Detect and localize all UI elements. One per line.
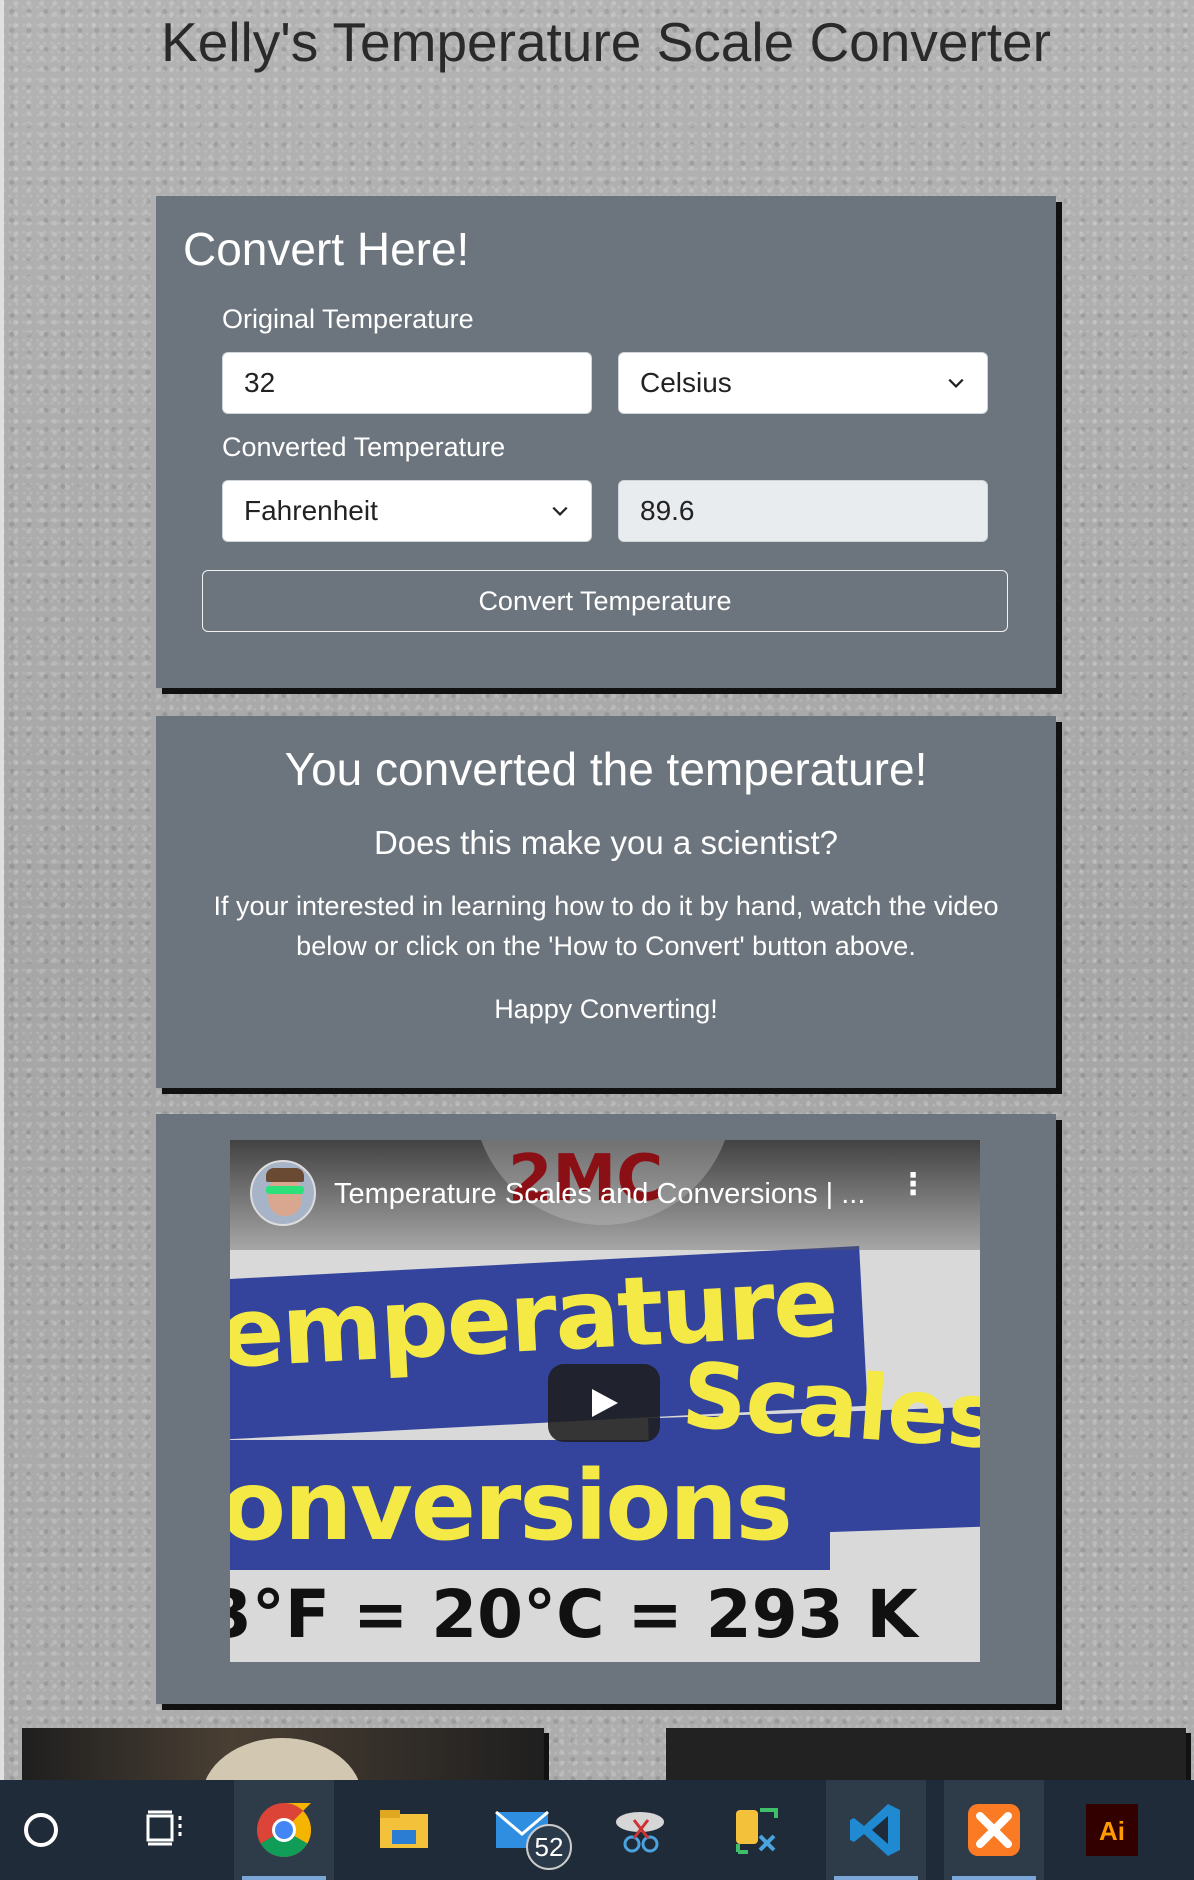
chevron-down-icon (948, 378, 964, 388)
original-unit-select[interactable]: Celsius (618, 352, 988, 414)
result-closing-text: Happy Converting! (494, 994, 718, 1024)
video-card: emperature Scales onversions 3°F = 20°C … (156, 1114, 1056, 1704)
taskbar-toolbox[interactable] (706, 1780, 806, 1880)
xampp-icon (968, 1804, 1020, 1856)
convert-temperature-button[interactable]: Convert Temperature (202, 570, 1008, 632)
taskbar: Ai (0, 1780, 1194, 1880)
result-heading: You converted the temperature! (284, 743, 928, 795)
taskbar-cortana[interactable] (0, 1780, 100, 1880)
youtube-video-player[interactable]: emperature Scales onversions 3°F = 20°C … (230, 1140, 980, 1662)
thumbnail-text: 3°F = 20°C = 293 K (230, 1576, 918, 1653)
converter-heading: Convert Here! (183, 223, 470, 275)
cortana-icon (24, 1813, 58, 1847)
original-temperature-input[interactable]: 32 (222, 352, 592, 414)
taskbar-chrome[interactable] (234, 1780, 334, 1880)
original-temperature-label: Original Temperature (222, 304, 474, 334)
avatar-glasses (266, 1186, 304, 1194)
illustrator-label: Ai (1099, 1816, 1125, 1846)
converted-unit-value: Fahrenheit (244, 495, 378, 526)
result-message-card: You converted the temperature! Does this… (156, 716, 1056, 1088)
chrome-icon (257, 1803, 312, 1858)
toolbox-icon (736, 1808, 778, 1854)
result-subheading: Does this make you a scientist? (373, 824, 839, 861)
channel-avatar[interactable] (250, 1160, 316, 1226)
taskbar-file-explorer[interactable] (354, 1780, 454, 1880)
converter-card: Convert Here! Original Temperature 32 Ce… (156, 196, 1056, 688)
task-view-icon (146, 1810, 182, 1846)
converted-temperature-label: Converted Temperature (222, 432, 506, 462)
taskbar-task-view[interactable] (118, 1780, 218, 1880)
page-title: Kelly's Temperature Scale Converter (161, 11, 1051, 73)
illustrator-icon: Ai (1086, 1804, 1138, 1856)
video-title-link[interactable]: Temperature Scales and Conversions | ... (334, 1178, 865, 1211)
scissors-icon (616, 1812, 664, 1853)
result-body-text: If your interested in learning how to do… (213, 891, 999, 961)
taskbar-vscode[interactable] (826, 1780, 926, 1880)
taskbar-xampp[interactable] (944, 1780, 1044, 1880)
converted-temperature-output: 89.6 (618, 480, 988, 542)
thumbnail-text: onversions (230, 1450, 793, 1562)
converted-unit-select[interactable]: Fahrenheit (222, 480, 592, 542)
chevron-down-icon (552, 506, 568, 516)
converted-temperature-value: 89.6 (640, 495, 695, 526)
window-edge (0, 0, 4, 1780)
taskbar-snipping-tool[interactable] (590, 1780, 690, 1880)
original-unit-value: Celsius (640, 367, 732, 398)
avatar-face (268, 1176, 302, 1216)
mail-unread-badge: 52 (526, 1824, 572, 1870)
file-explorer-icon (380, 1810, 428, 1848)
avatar-hair (266, 1168, 304, 1182)
vscode-icon (850, 1804, 900, 1856)
more-options-icon[interactable]: ⋮ (898, 1170, 928, 1200)
play-icon (592, 1389, 618, 1417)
play-button[interactable] (548, 1364, 660, 1442)
taskbar-illustrator[interactable]: Ai (1062, 1780, 1162, 1880)
original-temperature-value: 32 (244, 367, 276, 398)
